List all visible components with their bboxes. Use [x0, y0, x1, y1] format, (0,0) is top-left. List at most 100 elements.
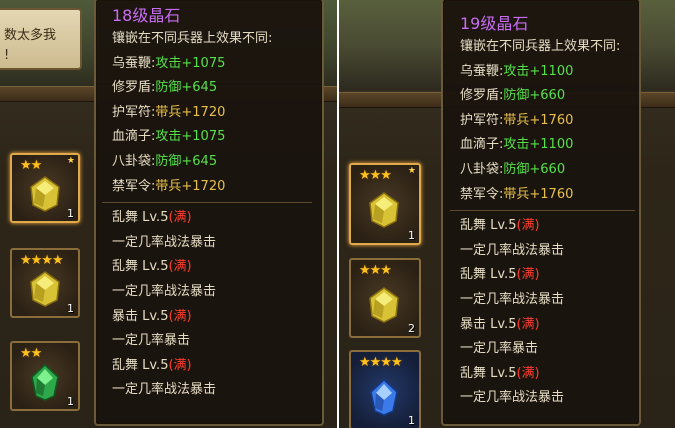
blue-crystal-icon — [365, 378, 403, 416]
bonus-row: 乌蚕鞭:攻击+1075 — [112, 52, 322, 77]
gem-slot[interactable]: ★★★★ 1 — [349, 350, 421, 428]
star-rating: ★★★★ — [359, 355, 403, 370]
skill-desc: 一定几率战法暴击 — [112, 283, 217, 299]
skill-name: 暴击 Lv.5 — [112, 308, 169, 324]
skill-status: (满) — [168, 210, 192, 226]
star-rating: ★★ — [20, 158, 42, 173]
message-line: 数太多我 — [4, 28, 57, 43]
skill-row: 乱舞 Lv.5(满) — [460, 263, 639, 288]
bonus-row: 禁军令:带兵+1720 — [112, 175, 322, 200]
weapon-name: 八卦袋: — [112, 153, 156, 169]
weapon-name: 禁军令: — [112, 178, 156, 194]
star-rating: ★★★ — [359, 263, 392, 278]
bonus-value: 带兵+1720 — [155, 104, 226, 120]
message-line: ! — [4, 48, 10, 63]
bonus-value: 防御+660 — [503, 161, 566, 177]
left-screenshot-panel: 数太多我 ! ★★ ★ 1 ★★★★ 1 ★★ 1 18级晶石 镶嵌在不同兵器上… — [0, 0, 337, 428]
bonus-value: 带兵+1760 — [503, 112, 574, 128]
bonus-row: 八卦袋:防御+660 — [460, 158, 639, 183]
weapon-name: 禁军令: — [460, 186, 504, 202]
bonus-value: 带兵+1720 — [155, 178, 226, 194]
weapon-name: 八卦袋: — [460, 161, 504, 177]
bonus-value: 攻击+1100 — [503, 137, 574, 153]
skill-name: 乱舞 Lv.5 — [112, 357, 169, 373]
bonus-row: 护军符:带兵+1760 — [460, 109, 639, 134]
bonus-row: 修罗盾:防御+660 — [460, 84, 639, 109]
marked-star-icon: ★ — [407, 166, 416, 176]
gem-slot[interactable]: ★★★ ★ 1 — [349, 163, 421, 245]
item-count: 2 — [408, 322, 415, 335]
item-count: 1 — [67, 302, 74, 315]
bonus-row: 八卦袋:防御+645 — [112, 150, 322, 175]
gem-slot[interactable]: ★★ ★ 1 — [10, 153, 80, 223]
yellow-crystal-icon — [365, 191, 403, 229]
weapon-name: 乌蚕鞭: — [460, 63, 504, 79]
skill-name: 乱舞 Lv.5 — [112, 259, 169, 275]
skill-status: (满) — [516, 316, 540, 332]
item-tooltip: 19级晶石 镶嵌在不同兵器上效果不同: 乌蚕鞭:攻击+1100 修罗盾:防御+6… — [441, 0, 641, 426]
skill-name: 乱舞 Lv.5 — [112, 210, 169, 226]
bonus-value: 防御+645 — [155, 153, 218, 169]
yellow-crystal-icon — [365, 286, 403, 324]
bonus-row: 护军符:带兵+1720 — [112, 101, 322, 126]
skill-desc: 一定几率战法暴击 — [460, 291, 565, 307]
item-tooltip: 18级晶石 镶嵌在不同兵器上效果不同: 乌蚕鞭:攻击+1075 修罗盾:防御+6… — [94, 0, 324, 426]
weapon-name: 乌蚕鞭: — [112, 55, 156, 71]
skill-row: 乱舞 Lv.5(满) — [460, 214, 639, 239]
skill-row: 暴击 Lv.5(满) — [112, 305, 322, 330]
bonus-row: 乌蚕鞭:攻击+1100 — [460, 60, 639, 85]
skill-desc: 一定几率战法暴击 — [112, 234, 217, 250]
tooltip-title: 18级晶石 — [112, 6, 181, 25]
item-count: 1 — [67, 395, 74, 408]
bonus-row: 禁军令:带兵+1760 — [460, 183, 639, 208]
skill-row: 乱舞 Lv.5(满) — [112, 255, 322, 280]
skill-desc: 一定几率暴击 — [112, 333, 191, 349]
gem-slot[interactable]: ★★★★ 1 — [10, 248, 80, 318]
bonus-value: 攻击+1075 — [155, 129, 226, 145]
yellow-crystal-icon — [26, 270, 64, 308]
item-count: 1 — [408, 229, 415, 242]
skill-row: 暴击 Lv.5(满) — [460, 313, 639, 338]
skill-status: (满) — [516, 365, 540, 381]
item-count: 1 — [408, 414, 415, 427]
weapon-name: 护军符: — [112, 104, 156, 120]
weapon-name: 血滴子: — [112, 129, 156, 145]
bonus-value: 防御+645 — [155, 80, 218, 96]
gem-slot[interactable]: ★★★ 2 — [349, 258, 421, 338]
tooltip-title: 19级晶石 — [460, 14, 529, 33]
star-rating: ★★★★ — [20, 253, 64, 268]
skill-desc: 一定几率战法暴击 — [460, 390, 565, 406]
weapon-name: 修罗盾: — [112, 80, 156, 96]
skill-status: (满) — [168, 308, 192, 324]
weapon-name: 修罗盾: — [460, 88, 504, 104]
green-crystal-icon — [26, 363, 64, 401]
skill-status: (满) — [516, 218, 540, 234]
tooltip-divider — [102, 202, 312, 204]
skill-status: (满) — [168, 357, 192, 373]
item-count: 1 — [67, 207, 74, 220]
yellow-crystal-icon — [26, 175, 64, 213]
bonus-row: 血滴子:攻击+1075 — [112, 125, 322, 150]
skill-desc: 一定几率暴击 — [460, 341, 539, 357]
bonus-value: 防御+660 — [503, 88, 566, 104]
bonus-row: 血滴子:攻击+1100 — [460, 133, 639, 158]
weapon-name: 血滴子: — [460, 137, 504, 153]
skill-status: (满) — [516, 267, 540, 283]
star-rating: ★★ — [20, 346, 42, 361]
bonus-value: 攻击+1075 — [155, 55, 226, 71]
marked-star-icon: ★ — [66, 156, 75, 166]
skill-status: (满) — [168, 259, 192, 275]
skill-row: 乱舞 Lv.5(满) — [112, 354, 322, 379]
skill-row: 乱舞 Lv.5(满) — [112, 206, 322, 231]
gem-slot[interactable]: ★★ 1 — [10, 341, 80, 411]
skill-desc: 一定几率战法暴击 — [112, 382, 217, 398]
skill-name: 乱舞 Lv.5 — [460, 365, 517, 381]
skill-row: 乱舞 Lv.5(满) — [460, 362, 639, 387]
skill-desc: 一定几率战法暴击 — [460, 242, 565, 258]
skill-name: 暴击 Lv.5 — [460, 316, 517, 332]
bonus-row: 修罗盾:防御+645 — [112, 76, 322, 101]
tooltip-intro: 镶嵌在不同兵器上效果不同: — [460, 39, 621, 54]
skill-name: 乱舞 Lv.5 — [460, 267, 517, 283]
skill-name: 乱舞 Lv.5 — [460, 218, 517, 234]
right-screenshot-panel: ★★★ ★ 1 ★★★ 2 ★★★★ 1 19级晶石 镶嵌在不同兵器上效果不同:… — [339, 0, 675, 428]
